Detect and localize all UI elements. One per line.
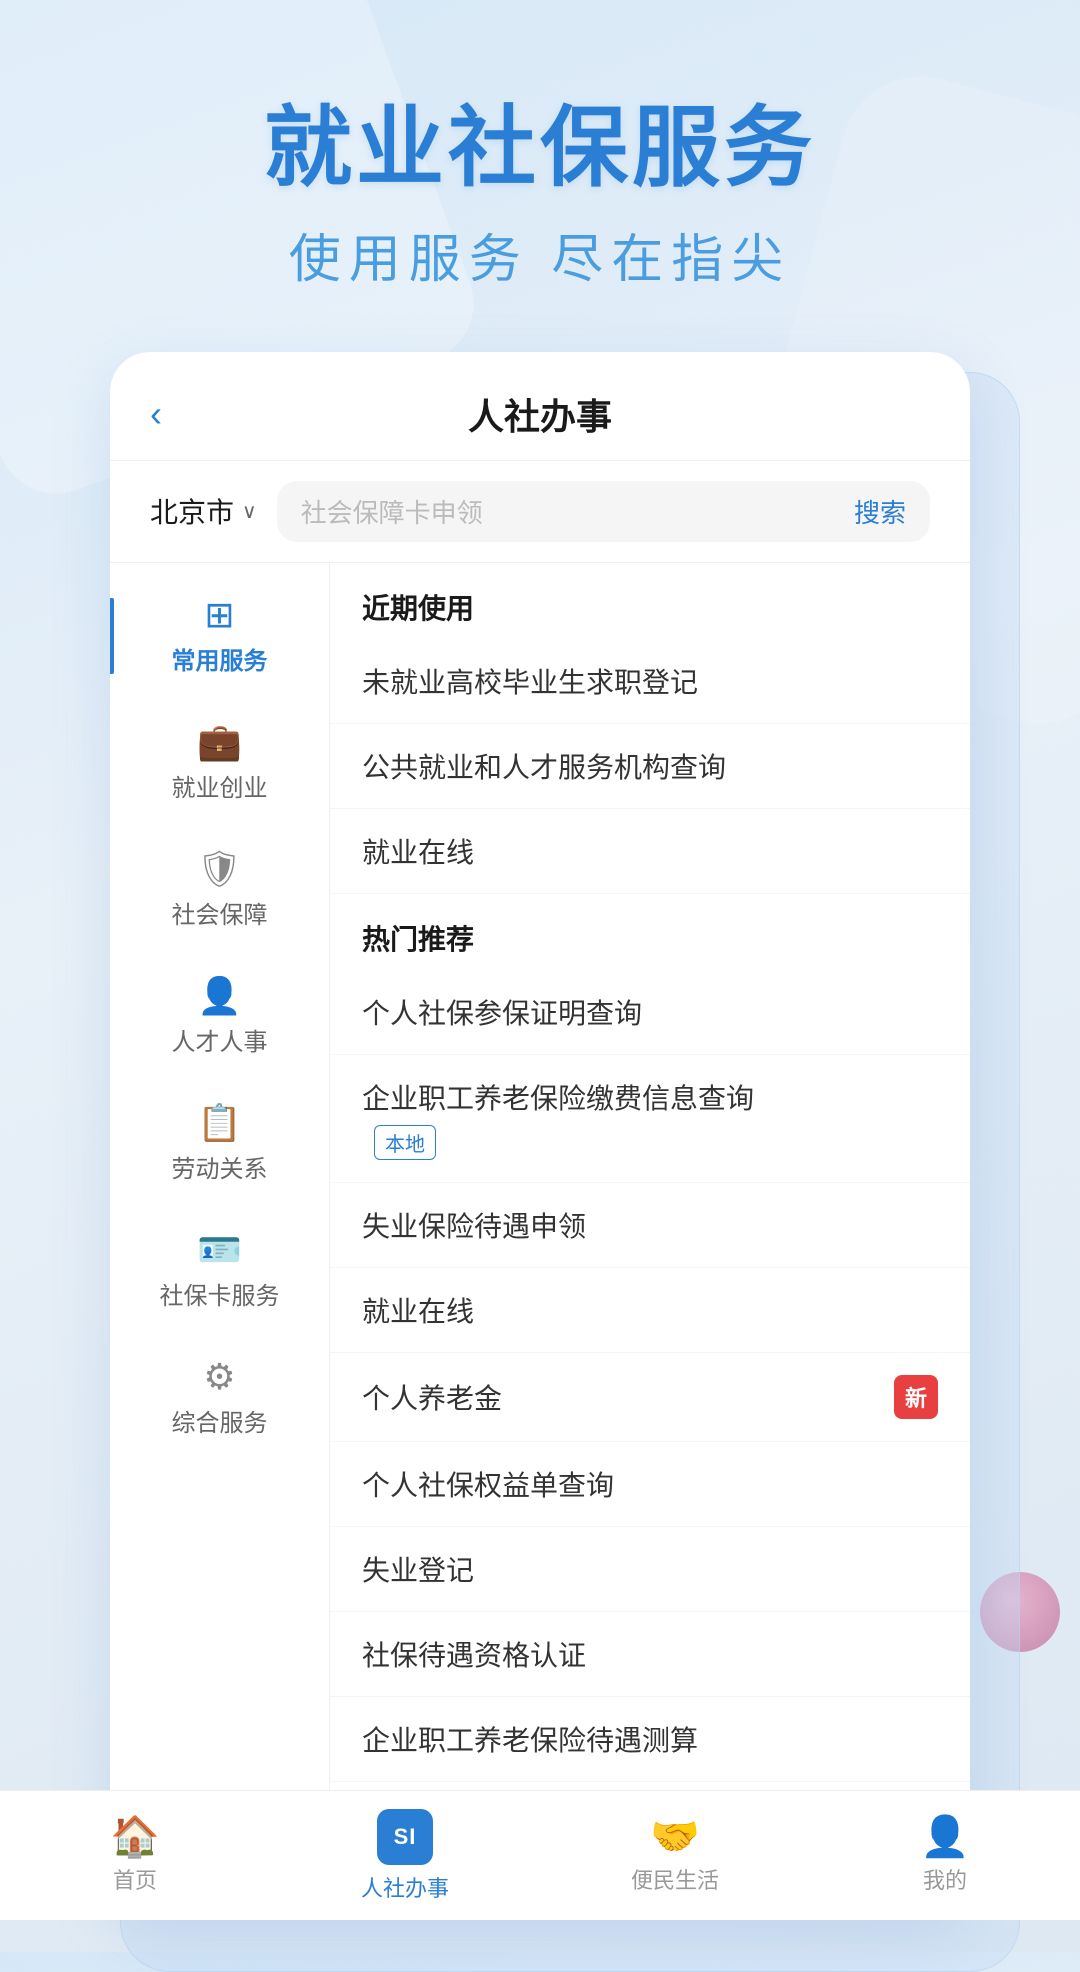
bottom-nav: 🏠 首页 SI 人社办事 🤝 便民生活 👤 我的: [0, 1790, 1080, 1920]
phone-card-wrapper: ‹ 人社办事 北京市 ∨ 社会保障卡申领 搜索 ⊞ 常用服务: [0, 352, 1080, 1952]
list-item[interactable]: 未就业高校毕业生求职登记: [330, 639, 970, 724]
nav-item-convenience[interactable]: 🤝 便民生活: [605, 1817, 745, 1895]
sidebar-label-employment: 就业创业: [172, 768, 268, 803]
list-item[interactable]: 企业职工养老保险缴费信息查询 本地: [330, 1055, 970, 1183]
phone-card: ‹ 人社办事 北京市 ∨ 社会保障卡申领 搜索 ⊞ 常用服务: [110, 352, 970, 1912]
list-item[interactable]: 就业在线: [330, 1268, 970, 1353]
sidebar-label-common: 常用服务: [172, 641, 268, 676]
person-icon: 👤: [197, 978, 242, 1014]
item-text: 失业保险待遇申领: [362, 1205, 586, 1245]
sidebar-item-labor[interactable]: 📋 劳动关系: [110, 1081, 329, 1208]
item-text: 未就业高校毕业生求职登记: [362, 661, 698, 701]
sidebar-label-card: 社保卡服务: [160, 1276, 280, 1311]
back-button[interactable]: ‹: [150, 393, 162, 435]
search-input-wrap[interactable]: 社会保障卡申领 搜索: [277, 481, 930, 542]
nav-label-convenience: 便民生活: [631, 1863, 719, 1895]
nav-label-mine: 我的: [923, 1863, 967, 1895]
phone-header: ‹ 人社办事: [110, 352, 970, 461]
list-item[interactable]: 公共就业和人才服务机构查询: [330, 724, 970, 809]
item-text-line: 企业职工养老保险缴费信息查询: [362, 1077, 754, 1117]
list-item[interactable]: 个人社保参保证明查询: [330, 970, 970, 1055]
sidebar-label-labor: 劳动关系: [172, 1149, 268, 1184]
local-tag: 本地: [374, 1125, 436, 1160]
sidebar-label-talent: 人才人事: [172, 1022, 268, 1057]
sidebar-label-general: 综合服务: [172, 1403, 268, 1438]
section-header-recent: 近期使用: [330, 563, 970, 639]
list-item[interactable]: 社保待遇资格认证: [330, 1612, 970, 1697]
grid-icon: ⊞: [204, 597, 234, 633]
shield-icon: 🛡: [197, 851, 243, 887]
item-with-tag: 企业职工养老保险缴费信息查询 本地: [362, 1077, 754, 1160]
sidebar-label-social: 社会保障: [172, 895, 268, 930]
search-placeholder: 社会保障卡申领: [301, 493, 842, 530]
list-item[interactable]: 失业保险待遇申领: [330, 1183, 970, 1268]
tag-row: 本地: [362, 1125, 754, 1160]
chevron-down-icon: ∨: [242, 499, 257, 524]
item-text: 公共就业和人才服务机构查询: [362, 746, 726, 786]
si-text: SI: [394, 1824, 417, 1850]
item-text: 企业职工养老保险缴费信息查询: [362, 1077, 754, 1117]
sidebar: ⊞ 常用服务 💼 就业创业 🛡 社会保障 👤 人才人事 📋 劳动关系: [110, 563, 330, 1912]
city-label: 北京市: [150, 491, 234, 531]
sidebar-item-general[interactable]: ⚙ 综合服务: [110, 1335, 329, 1462]
item-text: 个人社保参保证明查询: [362, 992, 642, 1032]
hero-section: 就业社保服务 使用服务 尽在指尖: [0, 0, 1080, 352]
sidebar-item-employment[interactable]: 💼 就业创业: [110, 700, 329, 827]
list-item[interactable]: 个人养老金 新: [330, 1353, 970, 1442]
item-text: 失业登记: [362, 1549, 474, 1589]
handshake-icon: 🤝: [650, 1817, 700, 1857]
list-item[interactable]: 失业登记: [330, 1527, 970, 1612]
person-nav-icon: 👤: [920, 1817, 970, 1857]
search-button[interactable]: 搜索: [854, 493, 906, 530]
list-item[interactable]: 个人社保权益单查询: [330, 1442, 970, 1527]
nav-label-rshr: 人社办事: [361, 1871, 449, 1903]
section-title-hot: 热门推荐: [362, 918, 938, 958]
sidebar-item-social[interactable]: 🛡 社会保障: [110, 827, 329, 954]
list-item[interactable]: 企业职工养老保险待遇测算: [330, 1697, 970, 1782]
city-selector[interactable]: 北京市 ∨: [150, 491, 257, 531]
item-text: 个人养老金: [362, 1377, 502, 1417]
gear-icon: ⚙: [203, 1359, 235, 1395]
hero-title: 就业社保服务: [60, 100, 1020, 197]
new-badge: 新: [894, 1375, 938, 1419]
nav-label-home: 首页: [113, 1863, 157, 1895]
sidebar-item-talent[interactable]: 👤 人才人事: [110, 954, 329, 1081]
home-icon: 🏠: [110, 1817, 160, 1857]
sidebar-item-common[interactable]: ⊞ 常用服务: [110, 573, 329, 700]
item-text: 就业在线: [362, 1290, 474, 1330]
hero-subtitle: 使用服务 尽在指尖: [60, 217, 1020, 292]
document-icon: 📋: [197, 1105, 242, 1141]
nav-item-rshr[interactable]: SI 人社办事: [335, 1809, 475, 1903]
nav-item-mine[interactable]: 👤 我的: [875, 1817, 1015, 1895]
item-text: 企业职工养老保险待遇测算: [362, 1719, 698, 1759]
si-badge: SI: [377, 1809, 433, 1865]
list-item[interactable]: 就业在线: [330, 809, 970, 894]
page-title: 人社办事: [468, 388, 612, 440]
content-panel: 近期使用 未就业高校毕业生求职登记 公共就业和人才服务机构查询 就业在线 热门推…: [330, 563, 970, 1912]
item-text: 社保待遇资格认证: [362, 1634, 586, 1674]
sidebar-item-card[interactable]: 🪪 社保卡服务: [110, 1208, 329, 1335]
item-text: 就业在线: [362, 831, 474, 871]
search-bar: 北京市 ∨ 社会保障卡申领 搜索: [110, 461, 970, 563]
main-content: ⊞ 常用服务 💼 就业创业 🛡 社会保障 👤 人才人事 📋 劳动关系: [110, 563, 970, 1912]
nav-item-home[interactable]: 🏠 首页: [65, 1817, 205, 1895]
card-icon: 🪪: [197, 1232, 242, 1268]
briefcase-icon: 💼: [197, 724, 242, 760]
section-header-hot: 热门推荐: [330, 894, 970, 970]
item-text: 个人社保权益单查询: [362, 1464, 614, 1504]
section-title-recent: 近期使用: [362, 587, 938, 627]
